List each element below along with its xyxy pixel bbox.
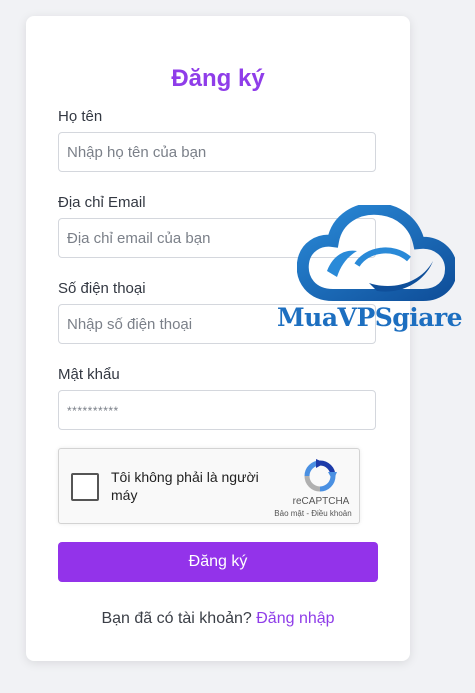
password-input[interactable] — [58, 390, 376, 430]
watermark: MuaVPSgiare — [277, 205, 475, 345]
password-label: Mật khẩu — [58, 366, 120, 383]
phone-label: Số điện thoại — [58, 280, 146, 297]
recaptcha-label: Tôi không phải là người máy — [111, 469, 259, 503]
recaptcha-links: Bảo mật - Điều khoản — [269, 509, 357, 519]
signup-button[interactable]: Đăng ký — [58, 542, 378, 582]
login-prompt-text: Bạn đã có tài khoản? — [101, 610, 252, 627]
login-link[interactable]: Đăng nhập — [256, 610, 334, 627]
recaptcha-widget: Tôi không phải là người máy reCAPTCHA Bả… — [58, 448, 360, 524]
recaptcha-logo-icon — [304, 459, 337, 492]
recaptcha-checkbox[interactable] — [71, 473, 99, 501]
login-prompt: Bạn đã có tài khoản? Đăng nhập — [26, 609, 410, 629]
form-title: Đăng ký — [171, 65, 265, 92]
recaptcha-terms-link[interactable]: Điều khoản — [311, 509, 351, 518]
watermark-text: MuaVPSgiare — [277, 303, 463, 332]
email-label: Địa chỉ Email — [58, 194, 146, 211]
full-name-label: Họ tên — [58, 108, 103, 125]
cloud-logo-icon — [297, 205, 455, 301]
full-name-input[interactable] — [58, 132, 376, 172]
recaptcha-brand: reCAPTCHA — [292, 496, 350, 507]
recaptcha-privacy-link[interactable]: Bảo mật — [274, 509, 304, 518]
